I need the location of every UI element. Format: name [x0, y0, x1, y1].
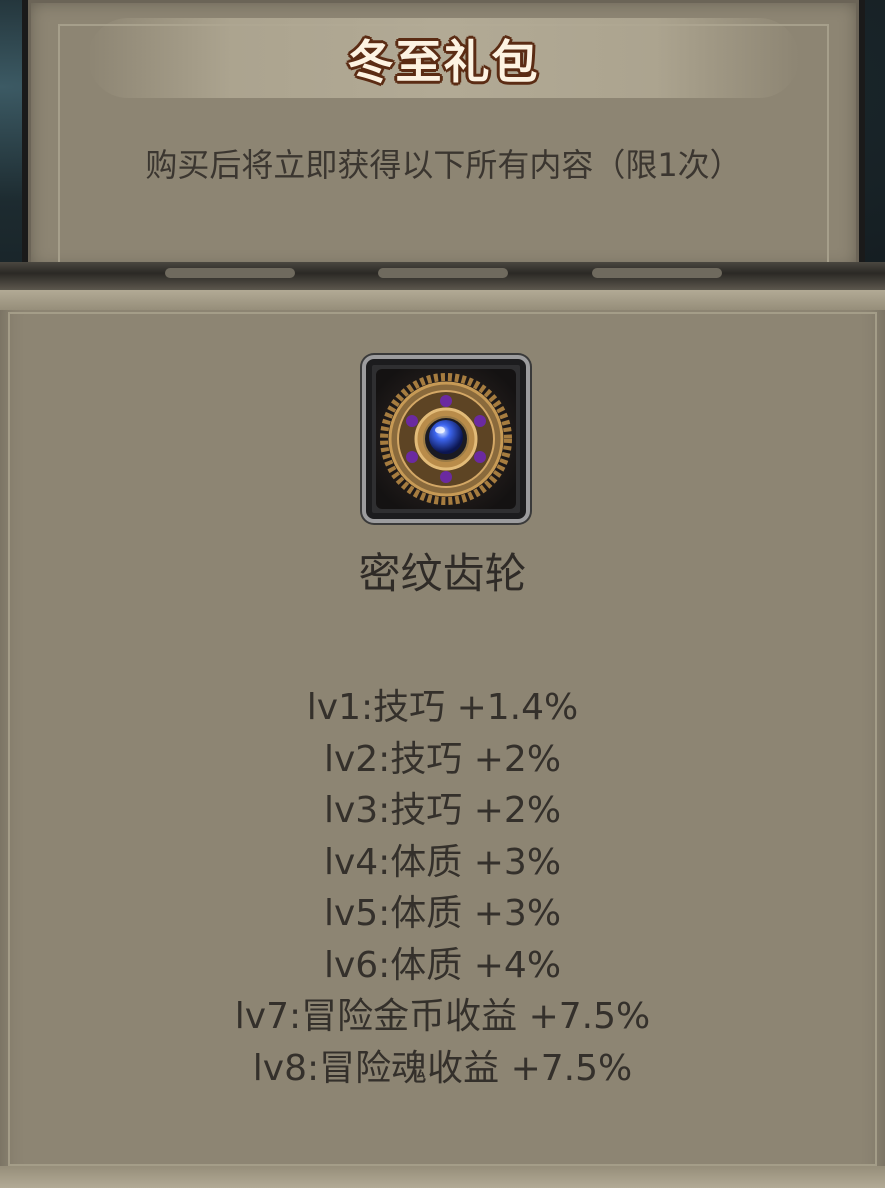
- level-bonus-list: lv1:技巧 +1.4% lv2:技巧 +2% lv3:技巧 +2% lv4:体…: [0, 682, 885, 1094]
- level-bonus-line: lv6:体质 +4%: [323, 944, 562, 986]
- panel-bottom-edge: [0, 1166, 885, 1188]
- level-bonus-line: lv1:技巧 +1.4%: [306, 687, 579, 728]
- level-bonus-line: lv8:冒险魂收益 +7.5%: [252, 1047, 633, 1089]
- divider-ornament: [378, 268, 508, 278]
- divider-ornament: [592, 268, 722, 278]
- item-name: 密纹齿轮: [358, 549, 527, 598]
- level-bonus-line: lv3:技巧 +2%: [323, 790, 562, 831]
- level-bonus-line: lv2:技巧 +2%: [323, 738, 562, 780]
- item-icon-slot[interactable]: [362, 355, 530, 523]
- pack-header-panel: 冬至礼包 购买后将立即获得以下所有内容（限1次）: [22, 0, 865, 270]
- level-bonus-line: lv4:体质 +3%: [323, 841, 562, 883]
- panel-divider: [0, 262, 885, 290]
- item-detail-panel: 密纹齿轮 lv1:技巧 +1.4% lv2:技巧 +2% lv3:技巧 +2% …: [0, 290, 885, 1188]
- level-bonus-line: lv7:冒险金币收益 +7.5%: [234, 996, 651, 1037]
- panel-top-edge: [0, 290, 885, 310]
- divider-ornament: [165, 268, 295, 278]
- pack-description: 购买后将立即获得以下所有内容（限1次）: [145, 146, 742, 184]
- gear-gem-icon: [376, 369, 516, 509]
- level-bonus-line: lv5:体质 +3%: [323, 893, 562, 934]
- pack-title: 冬至礼包: [347, 35, 540, 89]
